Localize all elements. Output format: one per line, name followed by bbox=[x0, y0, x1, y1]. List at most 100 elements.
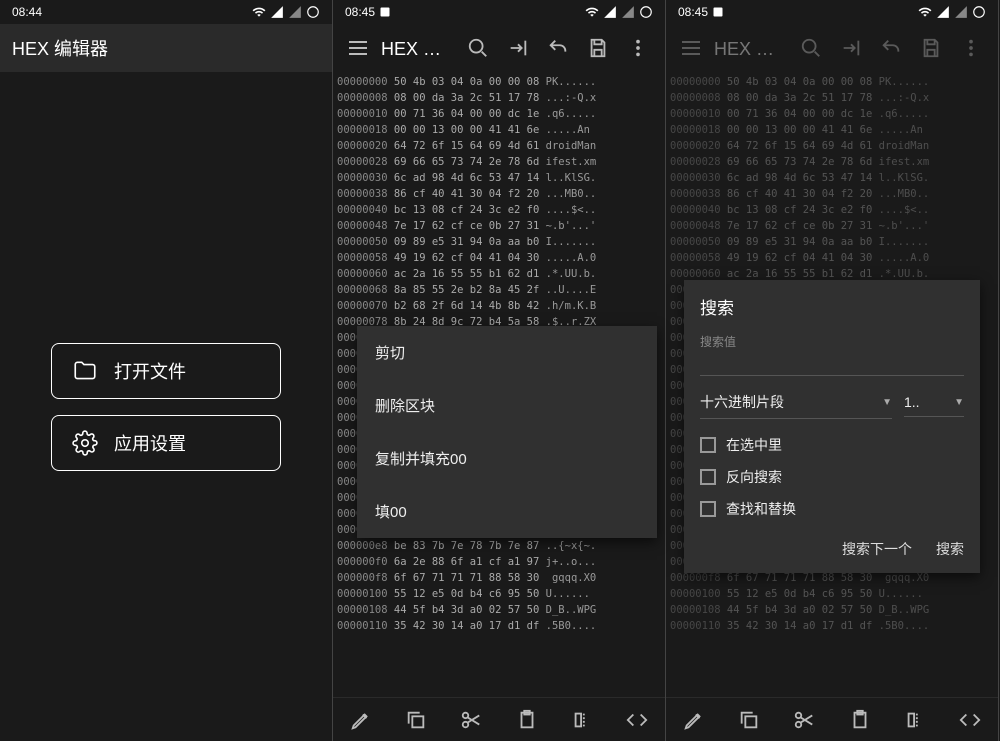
hex-row[interactable]: 00000110 35 42 30 14 a0 17 d1 df .5B0...… bbox=[670, 618, 994, 634]
hex-row[interactable]: 00000028 69 66 65 73 74 2e 78 6d ifest.x… bbox=[670, 154, 994, 170]
hamburger-icon bbox=[349, 41, 367, 55]
hex-row[interactable]: 00000020 64 72 6f 15 64 69 4d 61 droidMa… bbox=[337, 138, 661, 154]
circle-icon bbox=[306, 5, 320, 19]
hex-row[interactable]: 00000070 b2 68 2f 6d 14 4b 8b 42 .h/m.K.… bbox=[337, 298, 661, 314]
scissors-icon bbox=[793, 709, 815, 731]
hex-row[interactable]: 00000050 09 89 e5 31 94 0a aa b0 I......… bbox=[670, 234, 994, 250]
overflow-button[interactable] bbox=[623, 33, 653, 63]
hex-row[interactable]: 00000010 00 71 36 04 00 00 dc 1e .q6....… bbox=[670, 106, 994, 122]
menu-cut[interactable]: 剪切 bbox=[357, 326, 657, 379]
chevron-down-icon: ▼ bbox=[882, 397, 892, 408]
screen-editor-menu: 08:45 HEX 编... 00000000 50 4b 03 04 0a 0… bbox=[333, 0, 666, 741]
hex-row[interactable]: 00000018 00 00 13 00 00 41 41 6e .....An bbox=[337, 122, 661, 138]
save-button[interactable] bbox=[916, 33, 946, 63]
select-button[interactable] bbox=[900, 705, 930, 735]
search-button[interactable] bbox=[796, 33, 826, 63]
code-button[interactable] bbox=[955, 705, 985, 735]
hex-row[interactable]: 00000028 69 66 65 73 74 2e 78 6d ifest.x… bbox=[337, 154, 661, 170]
hex-row[interactable]: 00000010 00 71 36 04 00 00 dc 1e .q6....… bbox=[337, 106, 661, 122]
hex-row[interactable]: 00000038 86 cf 40 41 30 04 f2 20 ...MB0.… bbox=[337, 186, 661, 202]
hex-row[interactable]: 00000060 ac 2a 16 55 55 b1 62 d1 .*.UU.b… bbox=[337, 266, 661, 282]
cut-button[interactable] bbox=[456, 705, 486, 735]
more-icon bbox=[960, 37, 982, 59]
wifi-icon bbox=[918, 5, 932, 19]
bottom-toolbar bbox=[666, 697, 998, 741]
hex-row[interactable]: 00000100 55 12 e5 0d b4 c6 95 50 U...... bbox=[337, 586, 661, 602]
search-next-button[interactable]: 搜索下一个 bbox=[842, 539, 912, 559]
hex-row[interactable]: 00000030 6c ad 98 4d 6c 53 47 14 l..KlSG… bbox=[337, 170, 661, 186]
hex-row[interactable]: 00000048 7e 17 62 cf ce 0b 27 31 ~.b'...… bbox=[337, 218, 661, 234]
undo-button[interactable] bbox=[543, 33, 573, 63]
hex-row[interactable]: 00000018 00 00 13 00 00 41 41 6e .....An bbox=[670, 122, 994, 138]
hex-row[interactable]: 00000058 49 19 62 cf 04 41 04 30 .....A.… bbox=[337, 250, 661, 266]
search-icon bbox=[467, 37, 489, 59]
overflow-button[interactable] bbox=[956, 33, 986, 63]
hex-row[interactable]: 00000040 bc 13 08 cf 24 3c e2 f0 ....$<.… bbox=[337, 202, 661, 218]
wifi-icon bbox=[585, 5, 599, 19]
signal-icon bbox=[936, 5, 950, 19]
code-button[interactable] bbox=[622, 705, 652, 735]
copy-button[interactable] bbox=[401, 705, 431, 735]
hex-row[interactable]: 00000100 55 12 e5 0d b4 c6 95 50 U...... bbox=[670, 586, 994, 602]
search-button[interactable] bbox=[463, 33, 493, 63]
signal-icon-2 bbox=[621, 5, 635, 19]
hex-row[interactable]: 00000000 50 4b 03 04 0a 00 00 08 PK.....… bbox=[337, 74, 661, 90]
copy-icon bbox=[738, 709, 760, 731]
scissors-icon bbox=[460, 709, 482, 731]
search-go-button[interactable]: 搜索 bbox=[936, 539, 964, 559]
hex-row[interactable]: 00000110 35 42 30 14 a0 17 d1 df .5B0...… bbox=[337, 618, 661, 634]
hex-row[interactable]: 00000058 49 19 62 cf 04 41 04 30 .....A.… bbox=[670, 250, 994, 266]
goto-button[interactable] bbox=[503, 33, 533, 63]
dropdown-label: 十六进制片段 bbox=[700, 392, 784, 412]
signal-icon-2 bbox=[288, 5, 302, 19]
context-menu: 剪切 删除区块 复制并填充00 填00 bbox=[357, 326, 657, 538]
hex-row[interactable]: 00000108 44 5f b4 3d a0 02 57 50 D_B..WP… bbox=[670, 602, 994, 618]
paste-button[interactable] bbox=[512, 705, 542, 735]
hex-row[interactable]: 000000f0 6a 2e 88 6f a1 cf a1 97 j+..o..… bbox=[337, 554, 661, 570]
select-button[interactable] bbox=[567, 705, 597, 735]
edit-button[interactable] bbox=[346, 705, 376, 735]
open-file-button[interactable]: 打开文件 bbox=[51, 343, 281, 399]
check-find-replace[interactable]: 查找和替换 bbox=[700, 493, 964, 525]
check-in-selection[interactable]: 在选中里 bbox=[700, 429, 964, 461]
hex-row[interactable]: 00000020 64 72 6f 15 64 69 4d 61 droidMa… bbox=[670, 138, 994, 154]
goto-button[interactable] bbox=[836, 33, 866, 63]
search-page-dropdown[interactable]: 1.. ▼ bbox=[904, 388, 964, 417]
save-button[interactable] bbox=[583, 33, 613, 63]
hex-row[interactable]: 00000038 86 cf 40 41 30 04 f2 20 ...MB0.… bbox=[670, 186, 994, 202]
app-bar: HEX 编... bbox=[333, 24, 665, 72]
paste-button[interactable] bbox=[845, 705, 875, 735]
status-bar: 08:45 bbox=[333, 0, 665, 24]
checkbox-icon bbox=[700, 501, 716, 517]
search-type-dropdown[interactable]: 十六进制片段 ▼ bbox=[700, 386, 892, 419]
menu-button[interactable] bbox=[678, 37, 704, 59]
hex-row[interactable]: 00000108 44 5f b4 3d a0 02 57 50 D_B..WP… bbox=[337, 602, 661, 618]
hex-row[interactable]: 000000f8 6f 67 71 71 71 88 58 30 gqqq.X0 bbox=[337, 570, 661, 586]
menu-fill00[interactable]: 填00 bbox=[357, 485, 657, 538]
undo-button[interactable] bbox=[876, 33, 906, 63]
menu-delete-block[interactable]: 删除区块 bbox=[357, 379, 657, 432]
clock: 08:45 bbox=[345, 5, 375, 19]
settings-button[interactable]: 应用设置 bbox=[51, 415, 281, 471]
undo-icon bbox=[547, 37, 569, 59]
hex-row[interactable]: 00000000 50 4b 03 04 0a 00 00 08 PK.....… bbox=[670, 74, 994, 90]
edit-button[interactable] bbox=[679, 705, 709, 735]
app-title: HEX 编辑器 bbox=[12, 35, 320, 61]
hex-row[interactable]: 000000e8 be 83 7b 7e 78 7b 7e 87 ..{~x{~… bbox=[337, 538, 661, 554]
hex-row[interactable]: 00000040 bc 13 08 cf 24 3c e2 f0 ....$<.… bbox=[670, 202, 994, 218]
image-icon bbox=[712, 6, 724, 18]
pencil-icon bbox=[683, 709, 705, 731]
dropdown-label: 1.. bbox=[904, 394, 920, 410]
hex-row[interactable]: 00000008 08 00 da 3a 2c 51 17 78 ...:-Q.… bbox=[337, 90, 661, 106]
copy-button[interactable] bbox=[734, 705, 764, 735]
menu-copy-fill[interactable]: 复制并填充00 bbox=[357, 432, 657, 485]
hex-row[interactable]: 00000068 8a 85 55 2e b2 8a 45 2f ..U....… bbox=[337, 282, 661, 298]
menu-button[interactable] bbox=[345, 37, 371, 59]
hex-row[interactable]: 00000008 08 00 da 3a 2c 51 17 78 ...:-Q.… bbox=[670, 90, 994, 106]
hex-row[interactable]: 00000048 7e 17 62 cf ce 0b 27 31 ~.b'...… bbox=[670, 218, 994, 234]
hex-row[interactable]: 00000030 6c ad 98 4d 6c 53 47 14 l..KlSG… bbox=[670, 170, 994, 186]
check-reverse[interactable]: 反向搜索 bbox=[700, 461, 964, 493]
cut-button[interactable] bbox=[789, 705, 819, 735]
hex-row[interactable]: 00000050 09 89 e5 31 94 0a aa b0 I......… bbox=[337, 234, 661, 250]
search-input[interactable] bbox=[700, 352, 964, 376]
